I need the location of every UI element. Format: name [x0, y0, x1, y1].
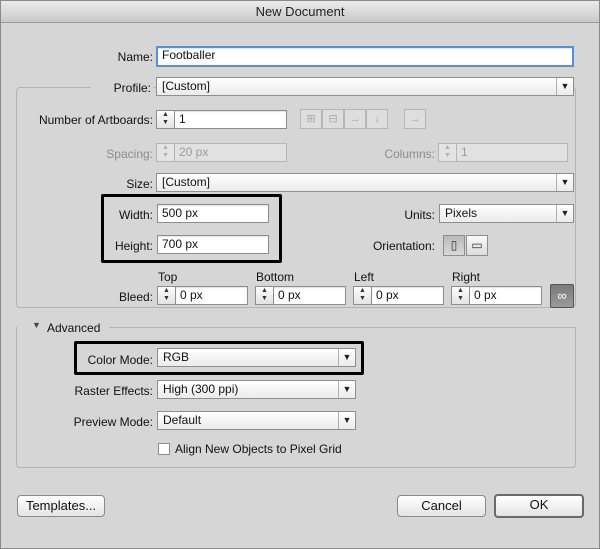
width-input[interactable]: 500 px — [157, 204, 269, 223]
artboards-stepper[interactable]: ▲ ▼ — [156, 110, 174, 129]
link-icon[interactable]: ∞ — [550, 284, 574, 308]
columns-stepper[interactable]: ▲ ▼ — [438, 143, 456, 162]
columns-input[interactable]: 1 — [456, 143, 568, 162]
arrange-by-row-icon[interactable]: → — [344, 109, 366, 129]
bleed-top-input[interactable]: 0 px — [175, 286, 248, 305]
chevron-down-icon: ▼ — [556, 205, 573, 222]
name-label: Name: — [117, 50, 153, 64]
new-document-dialog: New Document Name: Footballer Profile: [… — [0, 0, 600, 549]
portrait-icon[interactable]: ▯ — [443, 235, 465, 256]
size-value: [Custom] — [162, 175, 211, 189]
height-label: Height: — [114, 239, 153, 253]
templates-button[interactable]: Templates... — [17, 495, 105, 517]
units-select[interactable]: Pixels ▼ — [439, 204, 574, 223]
landscape-icon[interactable]: ▭ — [466, 235, 488, 256]
size-select[interactable]: [Custom] ▼ — [156, 173, 574, 192]
spacing-label: Spacing: — [106, 147, 153, 161]
units-label: Units: — [404, 208, 435, 222]
profile-value: [Custom] — [162, 79, 211, 93]
artboards-input[interactable]: 1 — [174, 110, 287, 129]
bleed-right-input[interactable]: 0 px — [469, 286, 542, 305]
bleed-bottom-input[interactable]: 0 px — [273, 286, 346, 305]
name-input[interactable]: Footballer — [156, 46, 574, 67]
bleed-label: Bleed: — [118, 290, 153, 304]
window-title: New Document — [1, 1, 599, 23]
orientation-label: Orientation: — [372, 239, 435, 253]
ok-button[interactable]: OK — [494, 494, 584, 518]
bleed-top-stepper[interactable]: ▲ ▼ — [157, 286, 175, 305]
height-input[interactable]: 700 px — [157, 235, 269, 254]
grid-by-row-icon[interactable]: ⊞ — [300, 109, 322, 129]
units-value: Pixels — [445, 206, 478, 220]
bleed-top-label: Top — [158, 270, 178, 284]
artboards-label: Number of Artboards: — [38, 113, 153, 127]
spacing-stepper[interactable]: ▲ ▼ — [156, 143, 174, 162]
columns-label: Columns: — [384, 147, 435, 161]
grid-by-column-icon[interactable]: ⊟ — [322, 109, 344, 129]
right-to-left-icon[interactable]: → — [404, 109, 426, 129]
chevron-down-icon: ▼ — [556, 174, 573, 191]
width-label: Width: — [118, 208, 153, 222]
arrange-by-column-icon[interactable]: ↓ — [366, 109, 388, 129]
bleed-left-stepper[interactable]: ▲ ▼ — [353, 286, 371, 305]
cancel-button[interactable]: Cancel — [397, 495, 486, 517]
advanced-group-box — [16, 327, 576, 468]
bleed-right-stepper[interactable]: ▲ ▼ — [451, 286, 469, 305]
profile-label: Profile: — [91, 81, 153, 95]
bleed-left-input[interactable]: 0 px — [371, 286, 444, 305]
bleed-bottom-label: Bottom — [256, 270, 295, 284]
bleed-bottom-stepper[interactable]: ▲ ▼ — [255, 286, 273, 305]
spacing-input[interactable]: 20 px — [174, 143, 287, 162]
chevron-down-icon: ▼ — [556, 78, 573, 95]
bleed-left-label: Left — [354, 270, 375, 284]
bleed-right-label: Right — [452, 270, 481, 284]
size-label: Size: — [126, 177, 153, 191]
profile-select[interactable]: [Custom] ▼ — [156, 77, 574, 96]
